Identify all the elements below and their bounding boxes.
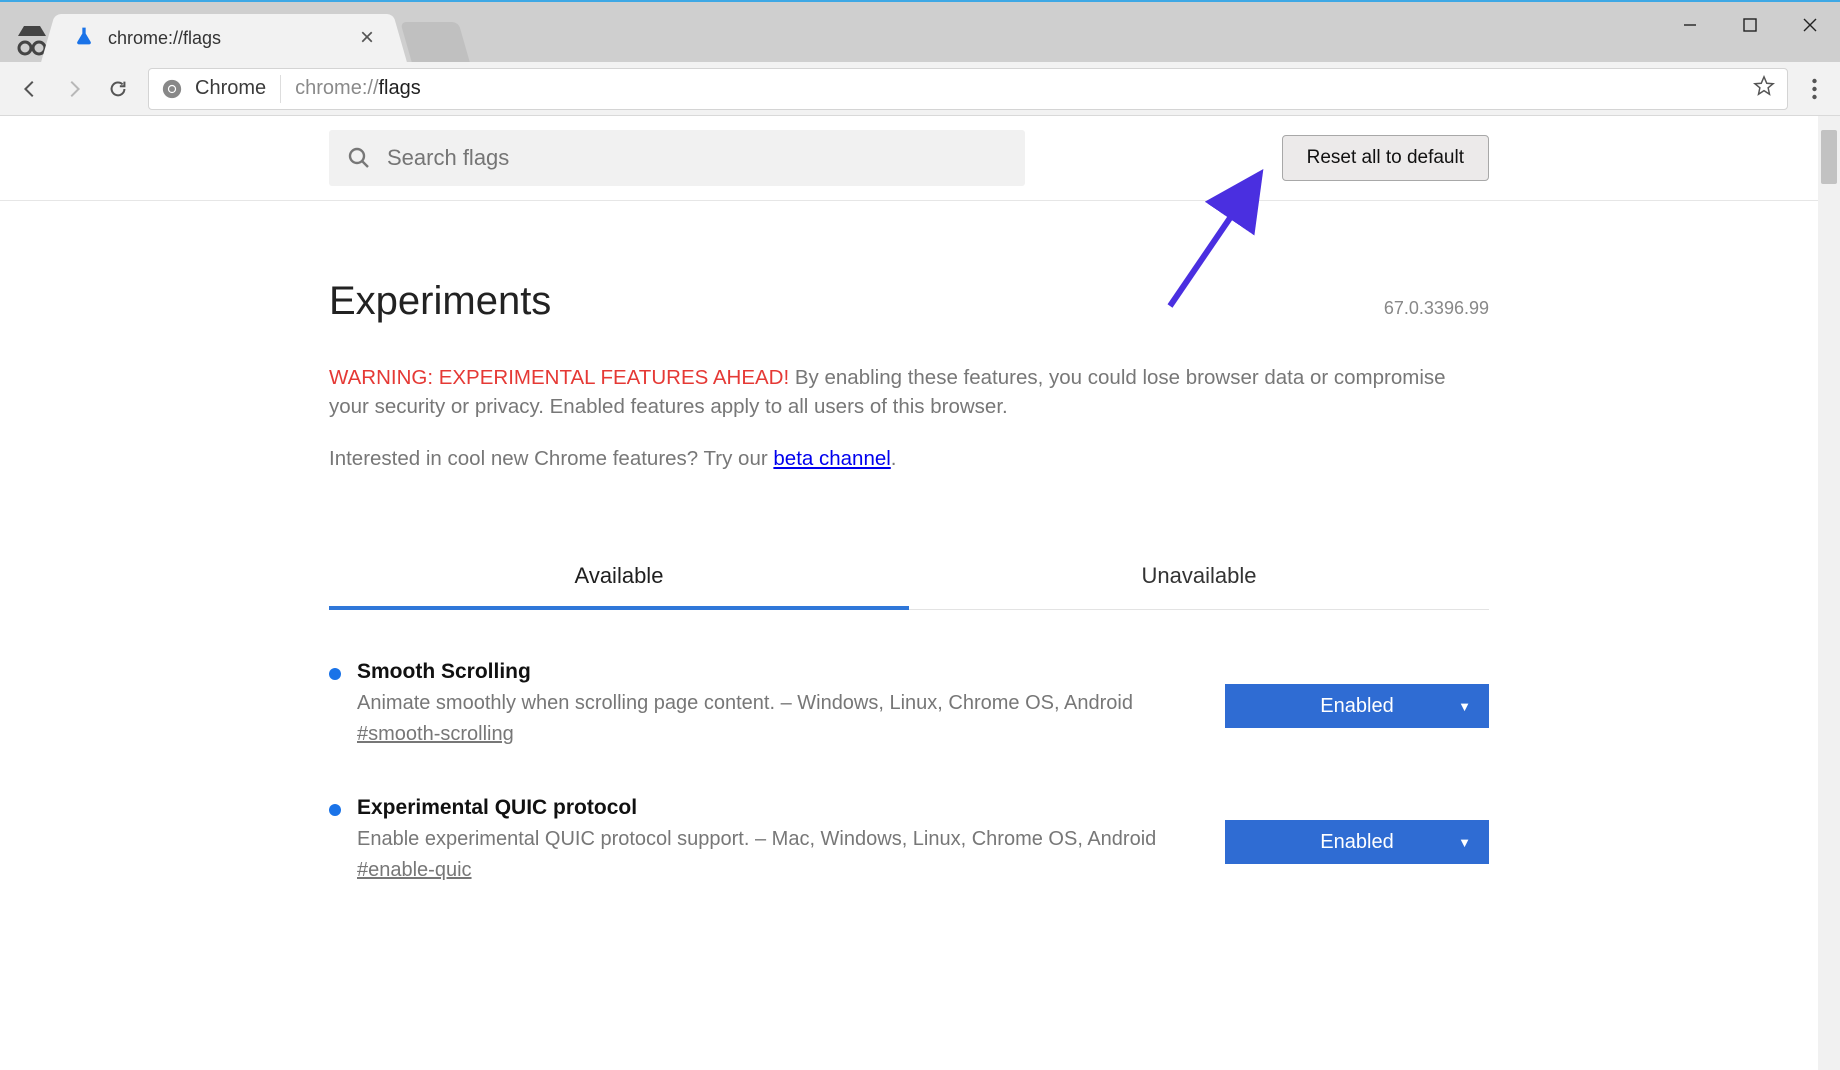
omnibox[interactable]: Chrome chrome://flags — [148, 68, 1788, 110]
search-icon — [347, 146, 371, 170]
omnibox-url-path: flags — [379, 77, 421, 100]
nav-back-button[interactable] — [8, 67, 52, 111]
reset-all-button[interactable]: Reset all to default — [1282, 135, 1489, 181]
chevron-down-icon: ▼ — [1458, 699, 1471, 714]
browser-menu-button[interactable] — [1796, 78, 1832, 100]
tab-unavailable[interactable]: Unavailable — [909, 547, 1489, 609]
flag-description: Animate smoothly when scrolling page con… — [357, 690, 1205, 717]
nav-reload-button[interactable] — [96, 67, 140, 111]
search-flags-field[interactable] — [329, 130, 1025, 186]
annotation-arrow-icon — [1160, 156, 1280, 316]
warning-prefix: WARNING: EXPERIMENTAL FEATURES AHEAD! — [329, 366, 789, 389]
page-title: Experiments — [329, 279, 551, 324]
flag-anchor-link[interactable]: #enable-quic — [357, 859, 472, 882]
tab-title: chrome://flags — [108, 28, 360, 49]
scrollbar-thumb[interactable] — [1821, 130, 1837, 184]
chrome-icon — [161, 78, 183, 100]
tab-close-button[interactable]: × — [360, 26, 374, 50]
warning-text: WARNING: EXPERIMENTAL FEATURES AHEAD! By… — [329, 364, 1489, 421]
window-close-button[interactable] — [1780, 2, 1840, 48]
flag-title: Smooth Scrolling — [357, 660, 1205, 684]
tab-available[interactable]: Available — [329, 547, 909, 609]
vertical-scrollbar[interactable] — [1818, 116, 1840, 1070]
browser-toolbar: Chrome chrome://flags — [0, 62, 1840, 116]
bookmark-star-icon[interactable] — [1753, 75, 1775, 103]
flag-state-select[interactable]: Enabled ▼ — [1225, 684, 1489, 728]
browser-tab[interactable]: chrome://flags × — [58, 14, 390, 62]
search-flags-input[interactable] — [387, 145, 1007, 171]
window-minimize-button[interactable] — [1660, 2, 1720, 48]
flags-top-bar: Reset all to default — [0, 116, 1818, 201]
flag-modified-dot-icon — [329, 804, 341, 816]
nav-forward-button[interactable] — [52, 67, 96, 111]
flag-state-value: Enabled — [1320, 831, 1393, 854]
flag-description: Enable experimental QUIC protocol suppor… — [357, 826, 1205, 853]
flag-row: Smooth Scrolling Animate smoothly when s… — [329, 660, 1489, 746]
new-tab-button[interactable] — [400, 22, 469, 62]
flag-row: Experimental QUIC protocol Enable experi… — [329, 796, 1489, 882]
flag-state-value: Enabled — [1320, 695, 1393, 718]
flag-anchor-link[interactable]: #smooth-scrolling — [357, 723, 514, 746]
flag-modified-dot-icon — [329, 668, 341, 680]
omnibox-origin-label: Chrome — [195, 77, 266, 100]
chrome-version: 67.0.3396.99 — [1384, 298, 1489, 319]
chevron-down-icon: ▼ — [1458, 835, 1471, 850]
beta-channel-line: Interested in cool new Chrome features? … — [329, 447, 1489, 471]
window-maximize-button[interactable] — [1720, 2, 1780, 48]
window-titlebar: chrome://flags × — [0, 2, 1840, 62]
omnibox-url-scheme: chrome:// — [295, 77, 378, 100]
flag-title: Experimental QUIC protocol — [357, 796, 1205, 820]
beta-channel-link[interactable]: beta channel — [773, 447, 890, 470]
flags-tabs: Available Unavailable — [329, 547, 1489, 610]
omnibox-separator — [280, 75, 281, 103]
flask-icon — [74, 26, 94, 51]
flag-state-select[interactable]: Enabled ▼ — [1225, 820, 1489, 864]
